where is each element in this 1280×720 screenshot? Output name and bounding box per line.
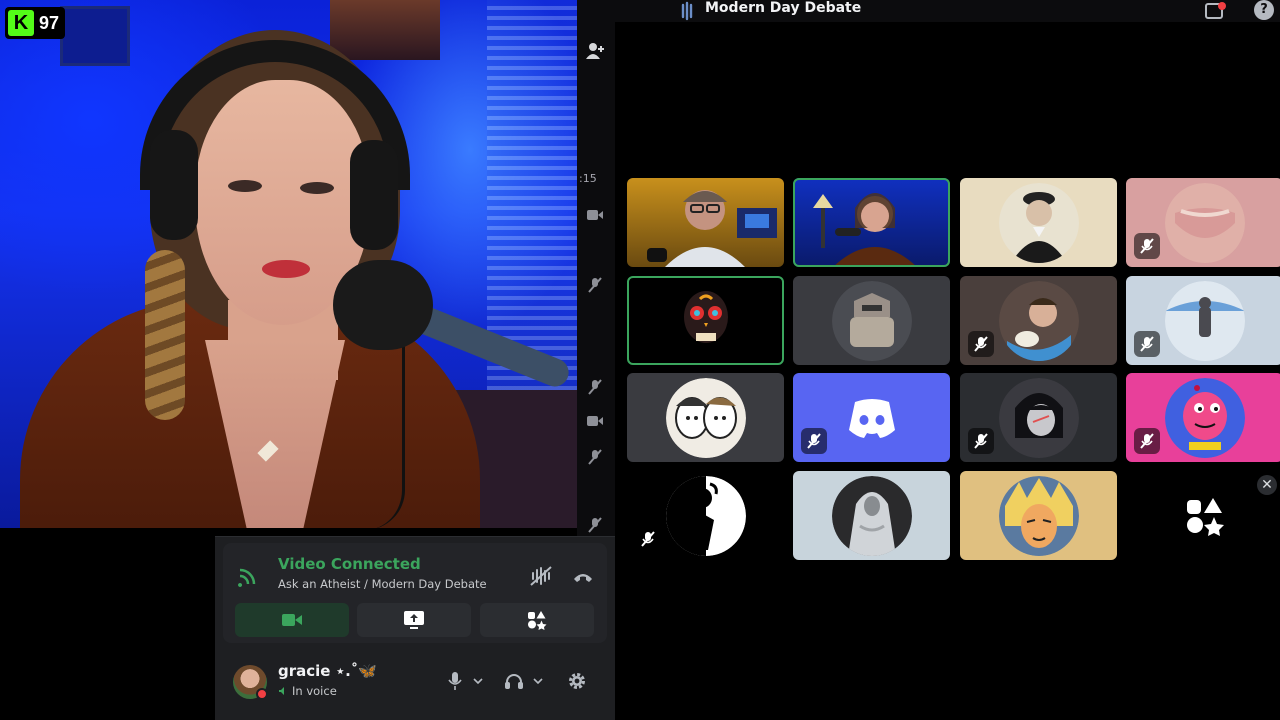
muted-mic-icon (968, 331, 994, 357)
participant-avatar (831, 475, 912, 556)
avatar-tile[interactable] (1126, 178, 1280, 267)
participant-avatar (665, 377, 746, 458)
disconnect-icon[interactable] (572, 567, 594, 587)
muted-mic-icon (1134, 428, 1160, 454)
activities-button[interactable] (480, 603, 594, 637)
microphone-button[interactable] (445, 669, 465, 693)
inbox-icon[interactable] (1204, 2, 1226, 20)
participant-video (813, 193, 917, 267)
camera-icon (582, 408, 608, 434)
avatar-tile[interactable] (627, 373, 784, 462)
mic-cable (365, 340, 405, 528)
discord-logo-icon (848, 398, 895, 438)
activity-tile[interactable]: ✕ (1126, 471, 1280, 560)
headphone-left (150, 130, 198, 240)
headphones-icon (505, 674, 523, 689)
avatar-tile[interactable] (1126, 276, 1280, 365)
kick-viewer-badge: K 97 (5, 7, 66, 39)
chevron-down-icon (533, 678, 543, 684)
bookshelf (330, 0, 440, 60)
muted-mic-icon (582, 444, 608, 470)
avatar-tile[interactable] (793, 471, 950, 560)
camera-toggle-button[interactable] (235, 603, 349, 637)
muted-mic-icon (801, 428, 827, 454)
muted-mic-icon (582, 512, 608, 538)
username[interactable]: gracie ⋆.˚🦋 (278, 662, 377, 680)
headphones-button[interactable] (503, 669, 525, 693)
avatar-tile[interactable] (793, 276, 950, 365)
participant-avatar (998, 377, 1079, 458)
stage-channel-icon (681, 1, 693, 21)
camera-icon (582, 202, 608, 228)
connection-channel[interactable]: Ask an Atheist / Modern Day Debate (278, 577, 487, 591)
add-member-icon[interactable] (582, 38, 608, 64)
top-bar: Modern Day Debate ? (577, 0, 1280, 22)
voice-connection-panel: Video Connected Ask an Atheist / Modern … (223, 543, 607, 643)
close-icon[interactable]: ✕ (1257, 475, 1277, 495)
connection-signal-icon (238, 568, 256, 587)
audio-options-dropdown[interactable] (531, 669, 545, 693)
avatar-tile[interactable] (793, 373, 950, 462)
mic-options-dropdown[interactable] (471, 669, 485, 693)
participant-avatar (665, 280, 746, 361)
voice-panel: Video Connected Ask an Atheist / Modern … (215, 536, 615, 720)
avatar-tile[interactable] (627, 276, 784, 365)
muted-mic-icon (1134, 233, 1160, 259)
user-status-text: In voice (292, 684, 337, 698)
gear-icon (569, 673, 585, 689)
video-tile[interactable] (627, 178, 784, 267)
headphone-right (350, 140, 398, 250)
avatar-tile[interactable] (960, 471, 1117, 560)
streamer-webcam: K 97 (0, 0, 577, 528)
participant-avatar (998, 475, 1079, 556)
participant-video (647, 190, 777, 267)
avatar-tile[interactable] (1126, 373, 1280, 462)
participant-avatar (831, 280, 912, 361)
noise-suppression-icon[interactable] (529, 565, 555, 587)
user-voice-status: In voice (278, 684, 337, 698)
timer-fragment: :15 (579, 172, 597, 185)
muted-mic-icon (635, 526, 661, 552)
user-panel: gracie ⋆.˚🦋 In voice (223, 657, 607, 707)
channel-title: Modern Day Debate (705, 0, 862, 16)
participant-avatar (665, 475, 746, 556)
avatar-tile[interactable] (627, 471, 784, 560)
activities-icon (1186, 497, 1224, 536)
microphone (333, 260, 433, 350)
muted-mic-icon (968, 428, 994, 454)
lips (262, 260, 310, 278)
wall-frame (60, 6, 130, 66)
dnd-status-icon (256, 688, 268, 700)
voice-icon (279, 687, 284, 695)
settings-button[interactable] (565, 669, 589, 693)
chevron-down-icon (473, 678, 483, 684)
participant-avatar (1164, 182, 1245, 263)
video-camera-icon (282, 614, 302, 626)
muted-mic-icon (582, 374, 608, 400)
share-screen-button[interactable] (357, 603, 471, 637)
participant-avatar (1164, 280, 1245, 361)
microphone-icon (448, 672, 462, 690)
avatar-tile[interactable] (960, 276, 1117, 365)
connection-status[interactable]: Video Connected (278, 555, 421, 573)
help-icon[interactable]: ? (1254, 0, 1274, 20)
participant-avatar (1164, 377, 1245, 458)
muted-mic-icon (1134, 331, 1160, 357)
activities-icon (528, 611, 547, 630)
participant-avatar (998, 182, 1079, 263)
avatar-tile[interactable] (960, 178, 1117, 267)
video-tile[interactable] (793, 178, 950, 267)
viewer-count: 97 (39, 12, 60, 33)
screen-share-icon (404, 611, 424, 629)
kick-logo-icon: K (8, 10, 34, 36)
braid (145, 250, 185, 420)
muted-mic-icon (582, 272, 608, 298)
participant-avatar (998, 280, 1079, 361)
avatar-tile[interactable] (960, 373, 1117, 462)
